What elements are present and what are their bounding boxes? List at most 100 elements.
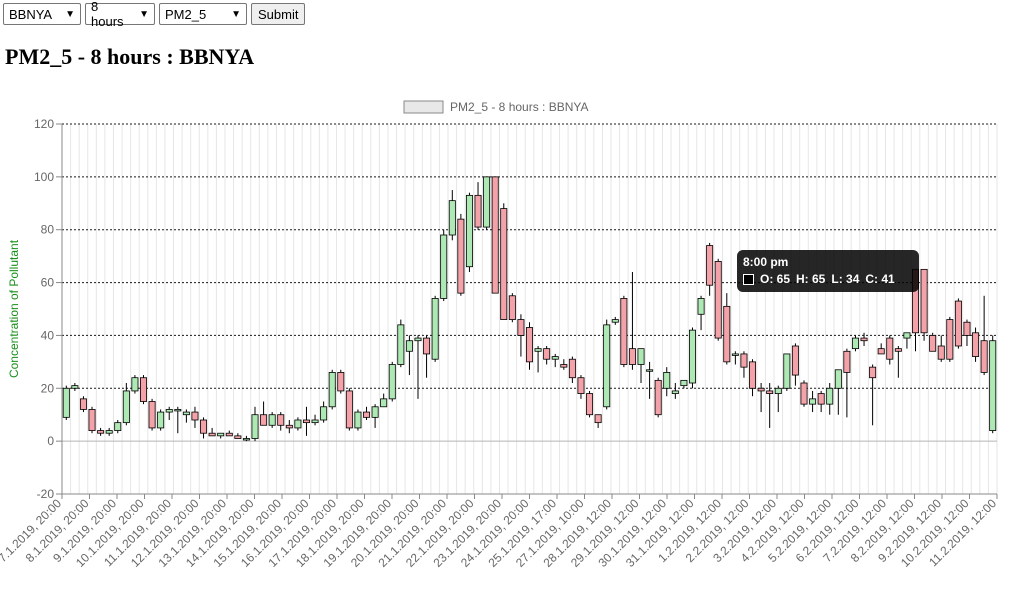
candle-body xyxy=(105,430,113,434)
tooltip-high: H: 65 xyxy=(796,272,826,286)
candle-body xyxy=(869,366,877,379)
candle-body xyxy=(311,419,319,424)
candle-body xyxy=(500,208,508,320)
y-axis-title: Concentration of Pollutant xyxy=(7,239,21,378)
candle-body xyxy=(551,356,559,360)
candle-body xyxy=(328,372,336,408)
candle-body xyxy=(800,382,808,405)
tooltip-close: C: 41 xyxy=(865,272,895,286)
tooltip-title: 8:00 pm xyxy=(743,255,789,269)
candle-body xyxy=(302,419,310,424)
candle-body xyxy=(766,390,774,394)
candle-body xyxy=(646,369,654,372)
candle-body xyxy=(783,353,791,389)
candle-body xyxy=(285,424,293,429)
candle-body xyxy=(157,411,165,429)
candle-body xyxy=(251,414,259,439)
candle-body xyxy=(277,414,285,426)
candle-body xyxy=(191,411,199,421)
candle-body xyxy=(663,372,671,389)
candle-body xyxy=(294,419,302,429)
candle-body xyxy=(71,385,79,389)
candle-body xyxy=(894,348,902,352)
candle-body xyxy=(929,335,937,352)
candle-body xyxy=(225,432,233,437)
candle-body xyxy=(980,340,988,373)
candle-body xyxy=(388,364,396,400)
candle-body xyxy=(903,332,911,339)
candle-body xyxy=(380,398,388,408)
candle-body xyxy=(791,345,799,376)
candle-body xyxy=(611,319,619,323)
candle-body xyxy=(680,379,688,387)
candle-body xyxy=(946,319,954,360)
candle-body xyxy=(706,245,714,286)
candle-body xyxy=(260,414,268,426)
candle-body xyxy=(817,393,825,405)
chart-tooltip: 8:00 pm O: 65 H: 65 L: 34 C: 41 xyxy=(737,250,919,292)
candle-body xyxy=(877,348,885,355)
candle-body xyxy=(320,406,328,421)
tooltip-low: L: 34 xyxy=(831,272,860,286)
tooltip-open: O: 65 xyxy=(760,272,791,286)
candle-body xyxy=(809,398,817,405)
candle-body xyxy=(397,324,405,365)
candle-body xyxy=(586,393,594,416)
candle-body xyxy=(234,435,242,439)
candle-body xyxy=(714,261,722,339)
candle-body xyxy=(483,176,491,228)
series-swatch-icon xyxy=(743,273,754,285)
candle-body xyxy=(517,319,525,336)
candle-body xyxy=(671,390,679,394)
candle-body xyxy=(688,329,696,384)
candlestick-chart: -200204060801001207.1.2019, 20:008.1.201… xyxy=(0,100,999,570)
candle-body xyxy=(345,390,353,429)
candle-body xyxy=(405,340,413,352)
candle-body xyxy=(140,377,147,402)
candle-body xyxy=(337,372,345,392)
candle-body xyxy=(208,432,216,437)
candle-body xyxy=(972,332,980,357)
candle-body xyxy=(448,200,456,236)
candle-body xyxy=(371,406,379,418)
y-tick-label: 40 xyxy=(41,328,55,342)
candle-body xyxy=(457,218,465,294)
y-tick-label: 100 xyxy=(34,170,54,184)
candle-body xyxy=(242,438,250,441)
candle-body xyxy=(474,194,482,228)
candle-body xyxy=(731,353,739,356)
candle-body xyxy=(594,414,602,424)
candle-body xyxy=(200,419,208,434)
candle-body xyxy=(834,369,842,389)
candle-body xyxy=(97,430,105,434)
candle-body xyxy=(740,353,748,368)
candle-body xyxy=(363,411,371,418)
y-tick-label: 60 xyxy=(41,276,55,290)
candle-body xyxy=(989,340,997,431)
candle-body xyxy=(603,324,611,408)
candle-body xyxy=(628,348,636,365)
candle-body xyxy=(637,348,645,365)
candle-body xyxy=(268,414,276,426)
candle-body xyxy=(122,390,130,424)
candle-body xyxy=(577,377,585,394)
candle-body xyxy=(414,337,422,342)
candle-body xyxy=(757,387,765,392)
tooltip-values: O: 65 H: 65 L: 34 C: 41 xyxy=(743,272,895,286)
y-tick-label: 0 xyxy=(47,434,54,448)
candle-body xyxy=(62,387,70,418)
candle-body xyxy=(165,409,173,413)
candle-body xyxy=(114,422,122,431)
candle-body xyxy=(843,350,851,373)
candle-body xyxy=(851,337,859,350)
candle-body xyxy=(543,348,551,360)
candle-body xyxy=(826,387,834,405)
candle-body xyxy=(560,364,568,368)
candle-body xyxy=(860,337,868,342)
y-tick-label: 20 xyxy=(41,381,55,395)
candle-body xyxy=(431,298,439,360)
candle-body xyxy=(534,348,542,352)
candle-body xyxy=(654,379,662,416)
candle-body xyxy=(423,337,431,355)
candle-body xyxy=(217,432,225,437)
